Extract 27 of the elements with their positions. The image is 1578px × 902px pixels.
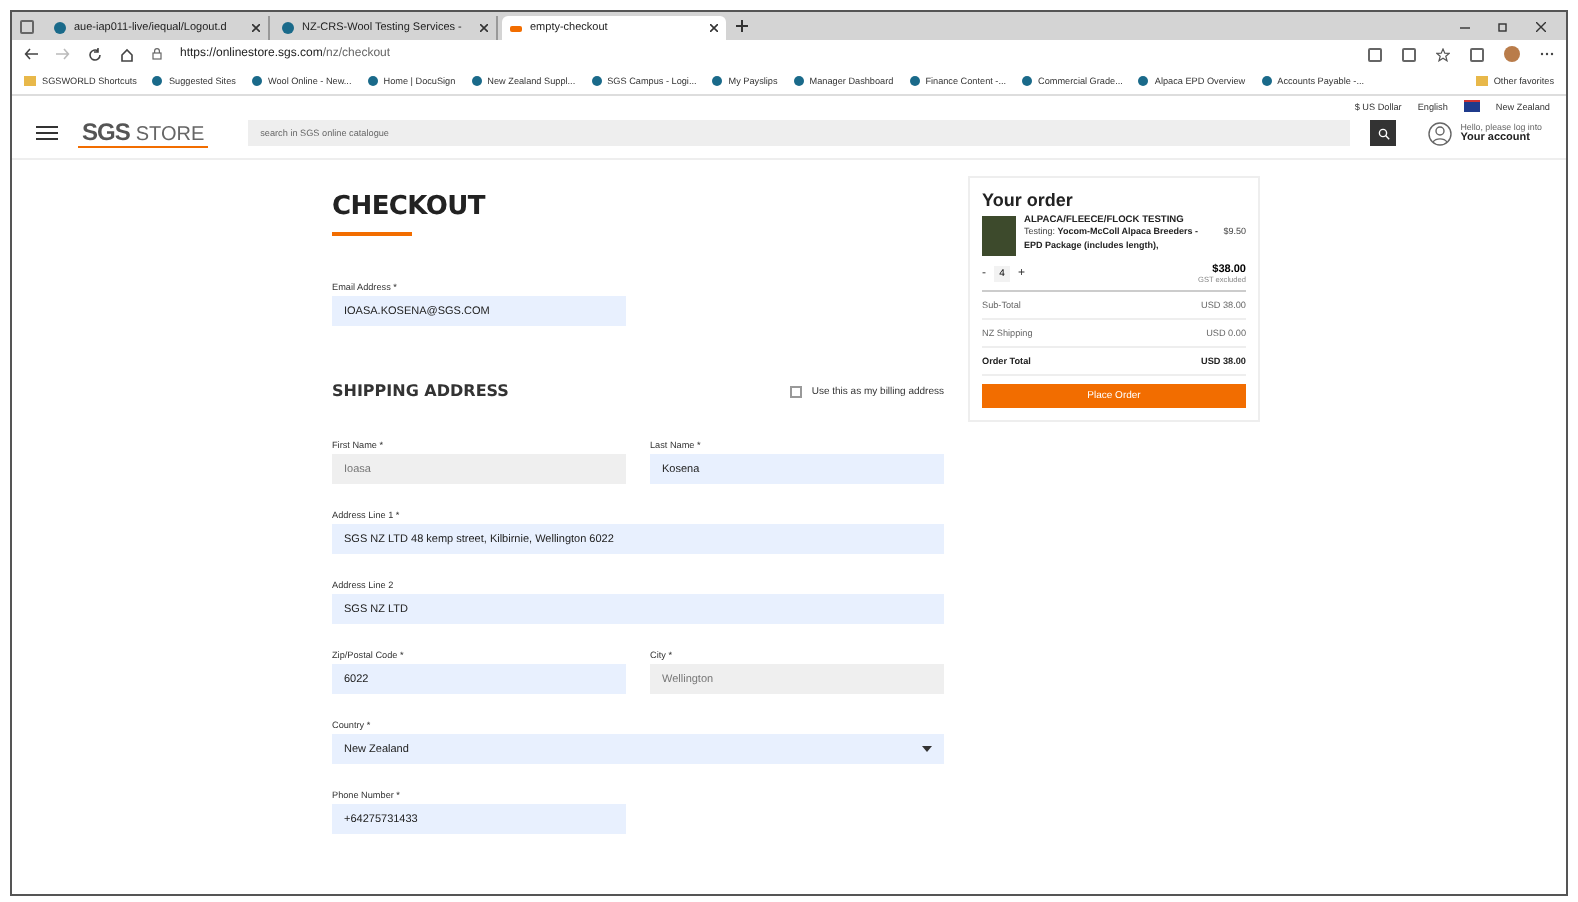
home-icon[interactable] (120, 47, 134, 61)
profile-avatar[interactable] (1504, 46, 1520, 62)
order-title: Your order (982, 190, 1075, 210)
favicon-icon (282, 22, 294, 34)
section-title: SHIPPING ADDRESS (332, 382, 509, 400)
lock-icon (152, 48, 162, 60)
chevron-down-icon (922, 745, 932, 753)
close-icon[interactable] (1536, 21, 1546, 31)
close-icon[interactable] (480, 24, 488, 32)
menu-icon[interactable] (36, 125, 58, 141)
close-icon[interactable] (252, 24, 260, 32)
checkout-title: CHECKOUT (332, 192, 488, 222)
back-arrow-icon[interactable] (24, 48, 38, 60)
refresh-icon[interactable] (88, 47, 102, 61)
store-logo[interactable]: SGS STORE (78, 118, 209, 148)
star-icon[interactable] (1436, 47, 1450, 61)
new-tab-icon[interactable] (736, 20, 748, 32)
search-button[interactable] (1370, 120, 1397, 146)
favicon-icon (54, 22, 66, 34)
product-photo-placeholder (982, 216, 1016, 256)
user-icon[interactable] (1428, 121, 1453, 145)
flag-icon (1463, 100, 1480, 112)
close-icon[interactable] (710, 24, 718, 32)
minimize-icon[interactable] (1460, 21, 1470, 31)
restore-icon[interactable] (1498, 21, 1508, 31)
search-icon (1377, 127, 1390, 139)
favicon-icon (510, 25, 522, 31)
